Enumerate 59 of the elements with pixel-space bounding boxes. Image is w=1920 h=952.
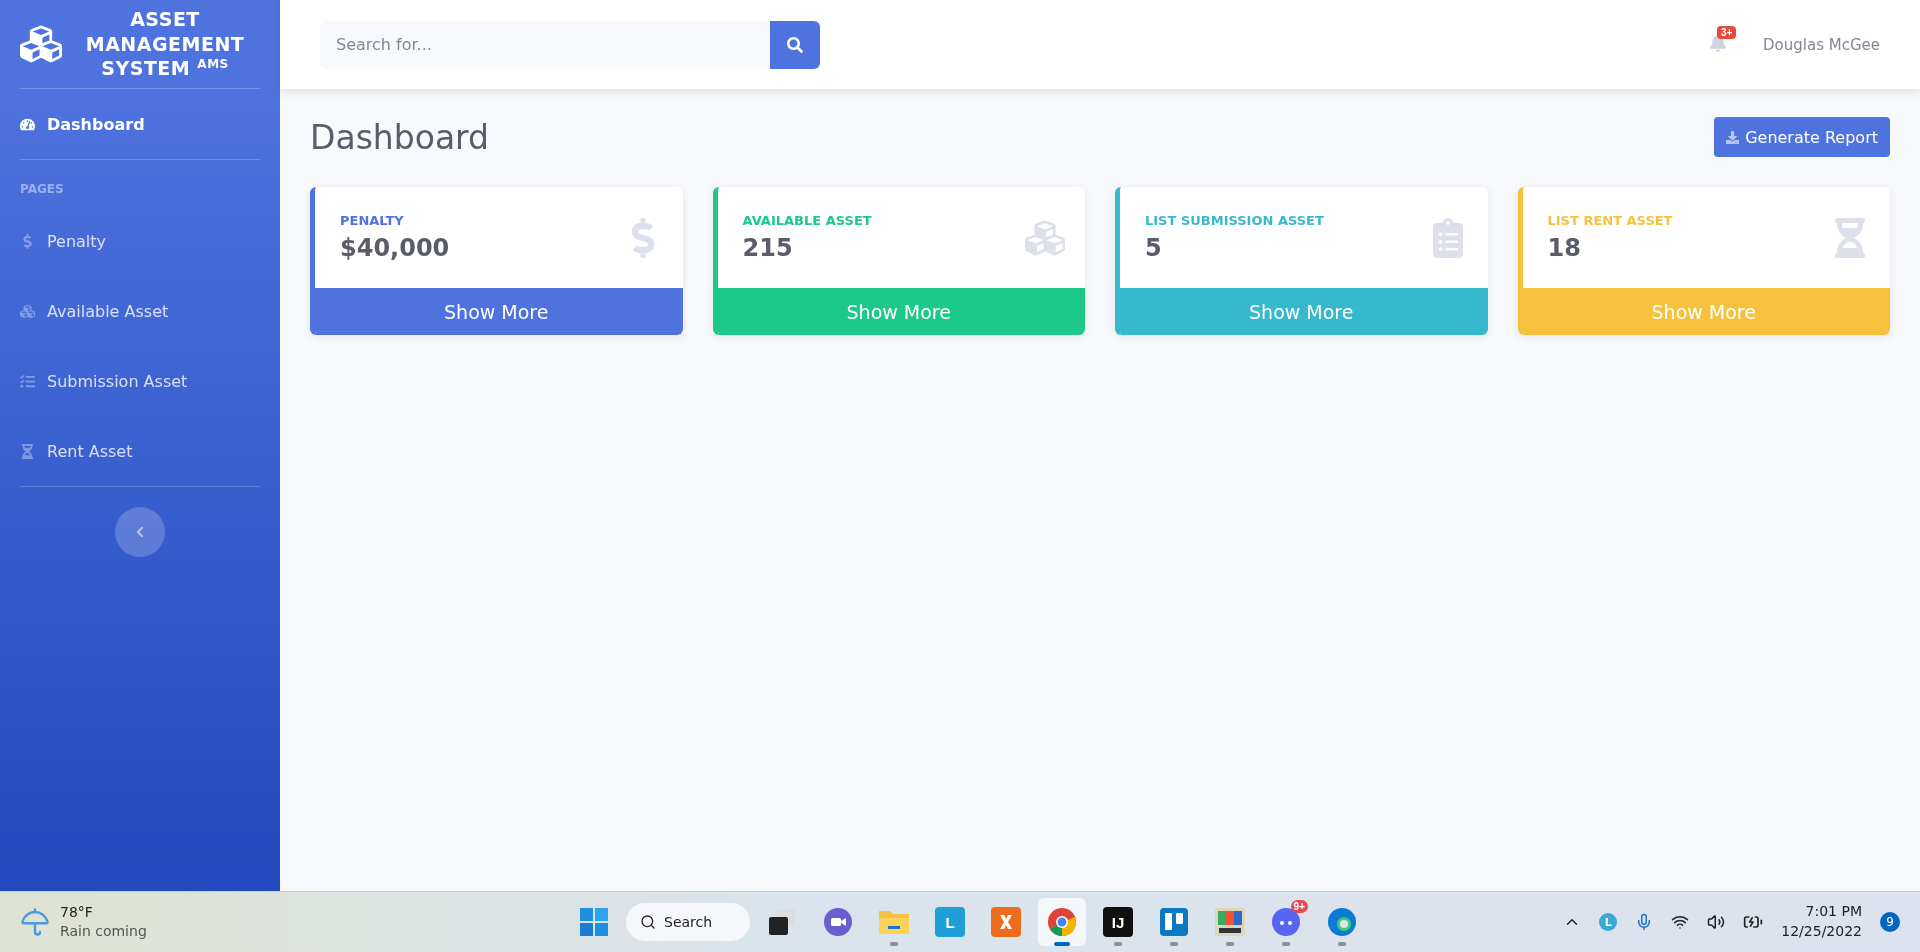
search-icon [640, 914, 656, 930]
sidebar-nav-link[interactable]: Submission Asset [20, 346, 260, 416]
stat-value: 215 [742, 234, 794, 262]
video-chat-icon [823, 907, 853, 937]
show-more-button[interactable]: Show More [717, 288, 1085, 335]
generate-report-button[interactable]: Generate Report [1714, 117, 1890, 157]
sidebar-toggle-button[interactable] [115, 507, 165, 557]
sidebar-nav-link[interactable]: Penalty [20, 206, 260, 276]
folder-icon [878, 908, 910, 936]
notifications-button[interactable]: 3+ [1703, 28, 1734, 61]
show-more-button[interactable]: Show More [1120, 288, 1488, 335]
stat-value: $40,000 [340, 234, 451, 262]
cubes-logo-icon [20, 23, 62, 65]
cubes-icon [20, 303, 35, 319]
hourglass-icon [20, 443, 35, 459]
user-name[interactable]: Douglas McGee [1763, 35, 1880, 54]
stat-label: AVAILABLE ASSET [742, 213, 873, 228]
sidebar-nav-link[interactable]: Rent Asset [20, 416, 260, 486]
gauge-icon [20, 116, 35, 132]
app-badge: 9+ [1290, 900, 1308, 913]
stat-label: LIST SUBMISSION ASSET [1145, 213, 1325, 228]
speaker-icon[interactable] [1707, 913, 1726, 931]
app-tile-icon: L [935, 907, 965, 937]
checklist-icon [20, 373, 35, 389]
task-view-icon [767, 907, 797, 937]
chevron-left-icon [134, 526, 146, 538]
ide-icon: IJ [1103, 907, 1133, 937]
tray-app-icon[interactable]: L [1599, 913, 1618, 931]
search-field[interactable]: Search for... [320, 20, 770, 69]
search-button[interactable] [770, 20, 820, 69]
notification-count-badge: 3+ [1717, 26, 1737, 39]
stat-value: 18 [1547, 234, 1582, 262]
browser-icon [1047, 907, 1077, 937]
wifi-icon[interactable] [1671, 913, 1690, 931]
stat-label: PENALTY [340, 213, 405, 228]
clock-date[interactable]: 12/25/2022 [1781, 922, 1862, 942]
sidebar-nav-link[interactable]: Dashboard [20, 89, 260, 159]
stat-value: 5 [1145, 234, 1163, 262]
taskbar-app-button[interactable]: IJ [1094, 898, 1142, 946]
page-title: Dashboard [310, 117, 490, 157]
bell-icon [1709, 34, 1728, 52]
taskbar-search-button[interactable]: Search [626, 903, 750, 941]
show-more-button[interactable]: Show More [315, 288, 683, 335]
download-icon [1726, 130, 1740, 144]
palette-icon [1215, 908, 1245, 936]
search-icon [787, 36, 803, 53]
taskbar-app-button[interactable]: L [926, 898, 974, 946]
umbrella-rain-icon [20, 907, 50, 937]
taskbar-app-button[interactable]: 9+ [1262, 898, 1310, 946]
sidebar-nav-link[interactable]: Available Asset [20, 276, 260, 346]
windows-logo-icon [580, 908, 608, 936]
weather-temperature[interactable]: 78°F [60, 903, 147, 922]
notification-count-badge[interactable]: 9 [1880, 912, 1900, 932]
stat-label: LIST RENT ASSET [1547, 213, 1674, 228]
weather-condition[interactable]: Rain coming [60, 922, 147, 941]
brand-title: ASSET MANAGEMENT SYSTEM $^{AMS}$ [84, 6, 246, 82]
clock-time[interactable]: 7:01 PM [1805, 902, 1862, 922]
board-icon [1160, 908, 1188, 936]
sidebar-heading: PAGES [20, 181, 65, 198]
